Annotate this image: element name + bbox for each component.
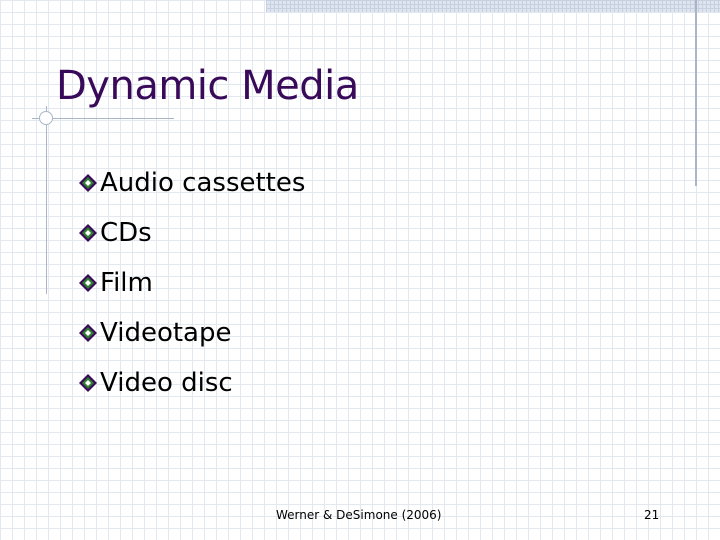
diamond-bullet-icon (79, 274, 97, 292)
diamond-bullet-icon (79, 324, 97, 342)
footer-source: Werner & DeSimone (2006) (276, 508, 442, 522)
diamond-bullet-icon (79, 374, 97, 392)
bullet-text: Video disc (100, 368, 233, 398)
bullet-item: Film (78, 258, 305, 308)
slide-title: Dynamic Media (56, 63, 359, 109)
title-underline (32, 118, 174, 119)
page-number: 21 (644, 508, 660, 522)
top-decorative-band (266, 0, 720, 12)
bullet-text: Audio cassettes (100, 168, 306, 198)
crosshair-ornament (39, 111, 53, 125)
diamond-bullet-icon (79, 224, 97, 242)
bullet-text: Film (100, 268, 153, 298)
bullet-list: Audio cassettes CDs Film Videotape Video… (78, 158, 305, 408)
diamond-bullet-icon (79, 174, 97, 192)
bullet-text: Videotape (100, 318, 232, 348)
slide: Dynamic Media Audio cassettes CDs Film V… (0, 0, 720, 540)
bullet-item: Audio cassettes (78, 158, 305, 208)
left-decorative-line (46, 106, 47, 294)
right-decorative-line (695, 0, 697, 186)
bullet-item: Video disc (78, 358, 305, 408)
bullet-item: CDs (78, 208, 305, 258)
bullet-item: Videotape (78, 308, 305, 358)
bullet-text: CDs (100, 218, 152, 248)
